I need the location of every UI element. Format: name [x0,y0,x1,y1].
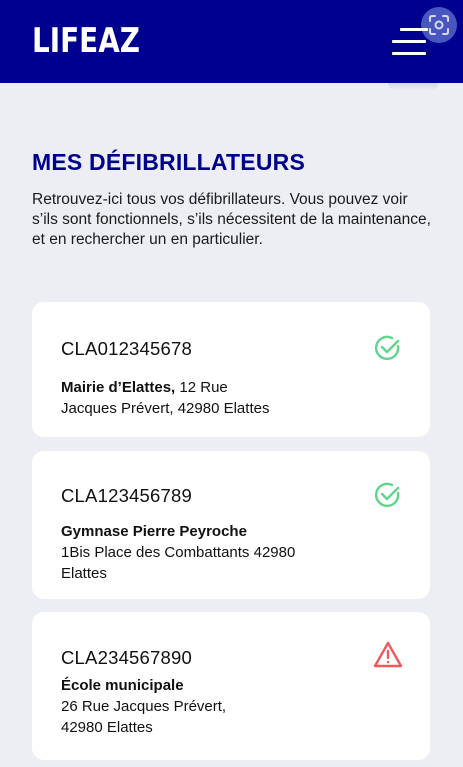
device-card[interactable]: CLA123456789 Gymnase Pierre Peyroche 1Bi… [32,451,430,599]
device-address-line2: 42980 Elattes [61,719,153,736]
device-address-line2: Elattes [61,565,107,582]
device-code: CLA123456789 [61,485,192,506]
menu-icon-line [400,28,428,31]
device-code: CLA012345678 [61,338,192,359]
device-card[interactable]: CLA012345678 Mairie d’Elattes, 12 Rue Ja… [32,302,430,437]
app-logo[interactable]: LIFEAZ [32,21,140,61]
device-address: Gymnase Pierre Peyroche 1Bis Place des C… [61,521,295,584]
device-address: École municipale 26 Rue Jacques Prévert,… [61,675,226,738]
page-title: MES DÉFIBRILLATEURS [32,149,305,175]
app-header: LIFEAZ [0,0,463,83]
device-code: CLA234567890 [61,647,192,668]
hamburger-menu-button[interactable] [392,28,428,56]
device-address-line1: 12 Rue [175,379,228,396]
device-place: École municipale [61,677,184,694]
device-address: Mairie d’Elattes, 12 Rue Jacques Prévert… [61,377,269,419]
check-circle-icon [375,482,400,508]
page-intro: Retrouvez-ici tous vos défibrillateurs. … [32,191,431,248]
check-circle-icon [375,335,400,361]
device-address-line1: 1Bis Place des Combattants 42980 [61,544,296,561]
menu-icon-line [392,52,426,55]
device-address-line1: 26 Rue Jacques Prévert, [61,698,227,715]
device-address-line2: Jacques Prévert, 42980 Elattes [61,400,270,417]
scan-icon [429,15,449,35]
header-shadow [388,83,438,91]
device-place: Gymnase Pierre Peyroche [61,523,247,540]
menu-icon-line [392,40,426,43]
device-place: Mairie d’Elattes, [61,379,176,396]
device-card[interactable]: CLA234567890 École municipale 26 Rue Jac… [32,612,430,760]
warning-triangle-icon [373,641,403,668]
